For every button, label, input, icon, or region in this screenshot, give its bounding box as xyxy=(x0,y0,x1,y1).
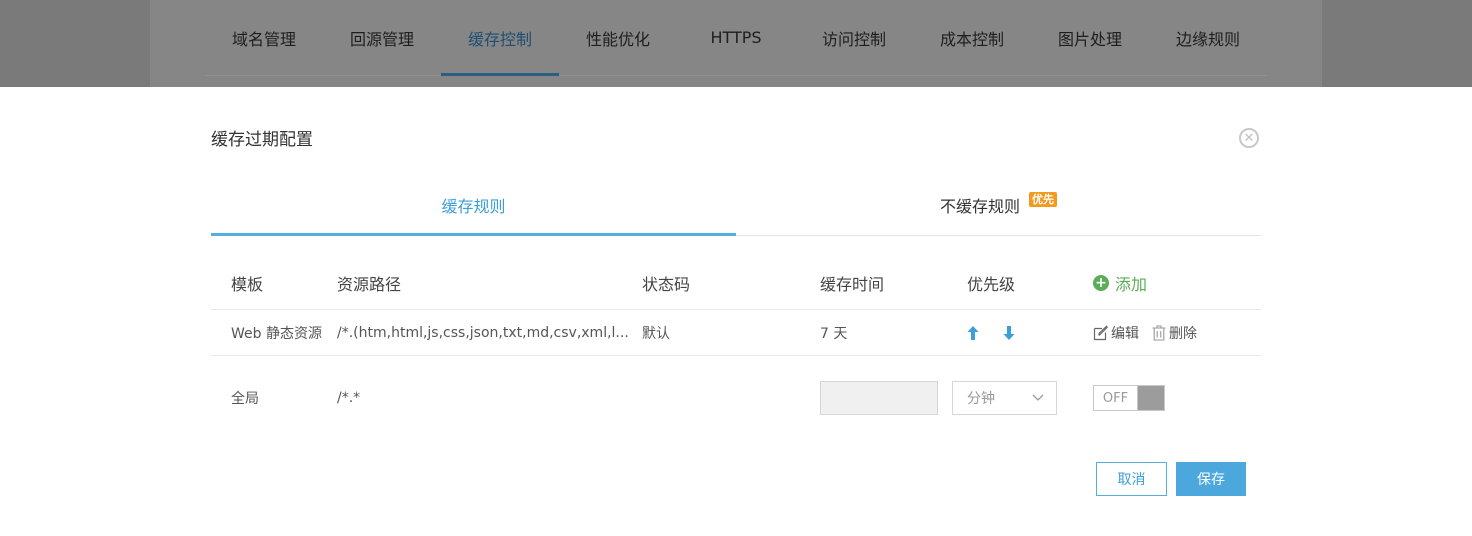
unit-cell: 分钟 xyxy=(952,356,1057,440)
tab-cache-rules-label: 缓存规则 xyxy=(441,197,506,216)
tab-https[interactable]: HTTPS xyxy=(677,0,795,75)
arrow-down-icon[interactable] xyxy=(1003,325,1015,340)
rule-tabs: 缓存规则 不缓存规则 优先 xyxy=(211,175,1261,236)
header-template: 模板 xyxy=(231,275,264,294)
tab-cost-control[interactable]: 成本控制 xyxy=(913,0,1031,75)
delete-label: 删除 xyxy=(1169,325,1197,342)
time-unit-select[interactable]: 分钟 xyxy=(952,381,1057,415)
row-cache-time: 7 天 xyxy=(820,325,848,342)
tab-image-processing[interactable]: 图片处理 xyxy=(1031,0,1149,75)
save-button[interactable]: 保存 xyxy=(1176,462,1246,496)
priority-badge: 优先 xyxy=(1029,191,1057,207)
time-unit-value: 分钟 xyxy=(967,391,995,407)
plus-circle-icon: + xyxy=(1093,275,1109,291)
row-template: Web 静态资源 xyxy=(231,325,322,342)
add-rule-button[interactable]: + 添加 xyxy=(1093,257,1147,309)
tab-origin-management[interactable]: 回源管理 xyxy=(323,0,441,75)
cache-time-input[interactable] xyxy=(820,381,938,415)
tab-no-cache-rules-label: 不缓存规则 xyxy=(939,197,1020,216)
header-status-code: 状态码 xyxy=(642,275,691,294)
tab-access-control[interactable]: 访问控制 xyxy=(795,0,913,75)
tab-domain-management[interactable]: 域名管理 xyxy=(205,0,323,75)
arrow-up-icon[interactable] xyxy=(967,325,979,340)
edit-icon xyxy=(1093,324,1109,341)
tab-cache-rules[interactable]: 缓存规则 xyxy=(211,175,736,236)
top-nav-tabs: 域名管理 回源管理 缓存控制 性能优化 HTTPS 访问控制 成本控制 图片处理… xyxy=(205,0,1267,76)
trash-icon xyxy=(1151,324,1167,341)
delete-button[interactable]: 删除 xyxy=(1151,323,1197,343)
edit-button[interactable]: 编辑 xyxy=(1093,323,1139,343)
row-path: /*.(htm,html,js,css,json,txt,md,csv,xml,… xyxy=(337,324,629,341)
cache-rules-table: 模板 资源路径 状态码 缓存时间 优先级 + 添加 Web 静态资源 /*.(h… xyxy=(211,257,1261,440)
add-label: 添加 xyxy=(1115,275,1148,294)
tab-edge-rules[interactable]: 边缘规则 xyxy=(1149,0,1267,75)
tab-cache-control[interactable]: 缓存控制 xyxy=(441,0,559,76)
priority-controls xyxy=(967,310,1039,355)
cache-expiry-modal: 缓存过期配置 ✕ 缓存规则 不缓存规则 优先 模板 资源路径 状态码 缓存时间 … xyxy=(0,87,1472,536)
row-actions: 编辑 删除 xyxy=(1093,310,1209,355)
toggle-knob xyxy=(1138,386,1164,410)
close-circle-icon[interactable]: ✕ xyxy=(1239,128,1259,148)
chevron-down-icon xyxy=(1032,394,1044,402)
cache-time-cell xyxy=(820,356,938,440)
header-path: 资源路径 xyxy=(337,275,402,294)
tab-performance[interactable]: 性能优化 xyxy=(559,0,677,75)
row-path: /*.* xyxy=(337,390,361,406)
row-status-code: 默认 xyxy=(642,325,670,342)
toggle-label: OFF xyxy=(1094,386,1138,410)
enable-toggle[interactable]: OFF xyxy=(1093,385,1165,411)
row-template: 全局 xyxy=(231,391,259,407)
cancel-button[interactable]: 取消 xyxy=(1096,462,1167,496)
header-cache-time: 缓存时间 xyxy=(820,275,885,294)
modal-title: 缓存过期配置 xyxy=(211,130,313,150)
tab-no-cache-rules[interactable]: 不缓存规则 优先 xyxy=(736,175,1261,235)
table-row: 全局 /*.* 分钟 OFF xyxy=(211,356,1261,440)
edit-label: 编辑 xyxy=(1111,325,1139,342)
toggle-cell: OFF xyxy=(1093,356,1165,440)
table-row: Web 静态资源 /*.(htm,html,js,css,json,txt,md… xyxy=(211,310,1261,356)
header-priority: 优先级 xyxy=(967,275,1016,294)
table-header: 模板 资源路径 状态码 缓存时间 优先级 + 添加 xyxy=(211,257,1261,310)
